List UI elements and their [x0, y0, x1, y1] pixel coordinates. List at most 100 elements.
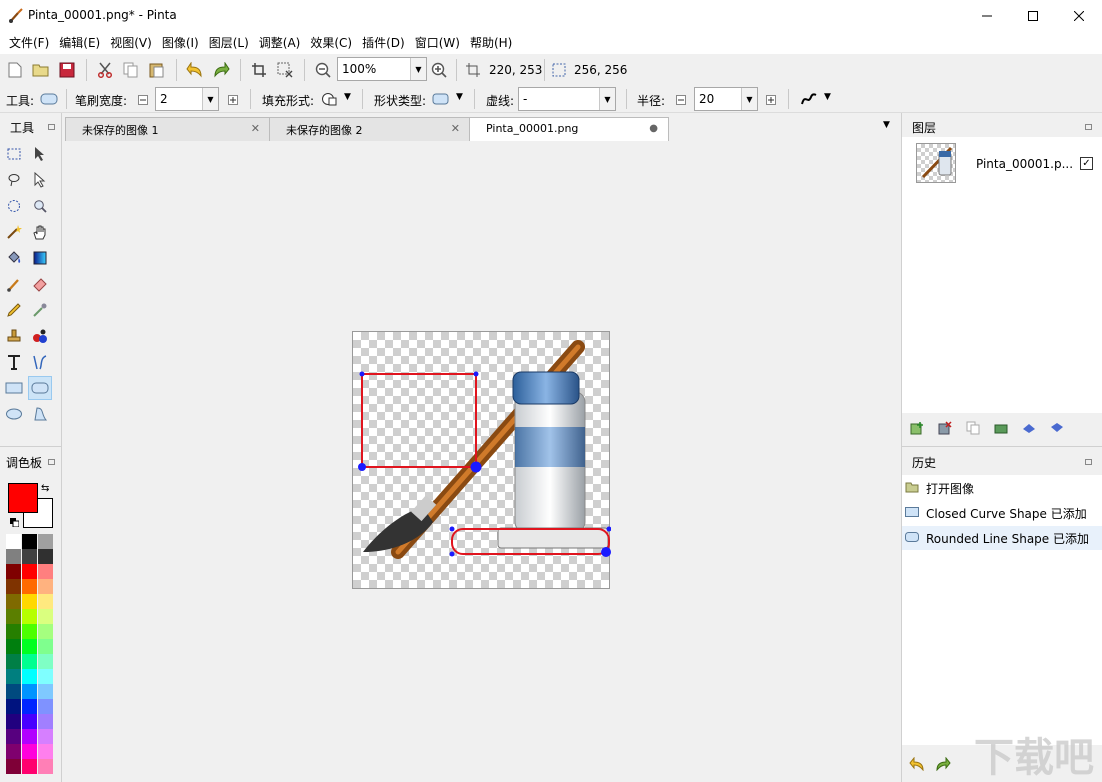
- canvas-area[interactable]: [63, 141, 900, 782]
- palette-swatch[interactable]: [38, 579, 53, 594]
- palette-swatch[interactable]: [6, 624, 21, 639]
- duplicate-layer-icon[interactable]: [964, 419, 982, 437]
- add-layer-icon[interactable]: [908, 419, 926, 437]
- cut-icon[interactable]: [96, 61, 114, 79]
- layer-name[interactable]: Pinta_00001.p...: [976, 157, 1073, 171]
- palette-swatch[interactable]: [6, 654, 21, 669]
- lasso-select-tool-icon[interactable]: [3, 169, 25, 191]
- chevron-down-icon[interactable]: ▼: [456, 92, 463, 102]
- palette-swatch[interactable]: [6, 729, 21, 744]
- save-icon[interactable]: [58, 61, 76, 79]
- palette-swatch[interactable]: [22, 639, 37, 654]
- palette-swatch[interactable]: [6, 744, 21, 759]
- palette-swatch[interactable]: [6, 669, 21, 684]
- zoom-tool-icon[interactable]: [29, 195, 51, 217]
- history-undo-icon[interactable]: [908, 755, 926, 773]
- new-file-icon[interactable]: [6, 61, 24, 79]
- move-selection-tool-icon[interactable]: [29, 169, 51, 191]
- clone-stamp-tool-icon[interactable]: [3, 325, 25, 347]
- menu-window[interactable]: 窗口(W): [410, 32, 465, 54]
- chevron-down-icon[interactable]: ▼: [344, 92, 351, 102]
- palette-swatch[interactable]: [6, 609, 21, 624]
- history-redo-icon[interactable]: [934, 755, 952, 773]
- menu-image[interactable]: 图像(I): [157, 32, 204, 54]
- palette-swatch[interactable]: [38, 549, 53, 564]
- chevron-down-icon[interactable]: ▼: [202, 88, 218, 110]
- pencil-tool-icon[interactable]: [3, 299, 25, 321]
- shape-type-icon[interactable]: [432, 90, 450, 108]
- deselect-icon[interactable]: [276, 61, 294, 79]
- palette-swatch[interactable]: [22, 744, 37, 759]
- menu-effects[interactable]: 效果(C): [305, 32, 357, 54]
- swap-colors-icon[interactable]: ⇆: [41, 483, 49, 494]
- pin-icon[interactable]: [48, 124, 55, 130]
- palette-swatch[interactable]: [38, 534, 53, 549]
- close-tab-icon[interactable]: ✕: [251, 122, 260, 135]
- zoom-in-icon[interactable]: [430, 61, 448, 79]
- open-folder-icon[interactable]: [32, 61, 50, 79]
- palette-swatch[interactable]: [6, 684, 21, 699]
- chevron-down-icon[interactable]: ▼: [599, 88, 615, 110]
- palette-swatch[interactable]: [22, 654, 37, 669]
- palette-swatch[interactable]: [38, 654, 53, 669]
- move-layer-up-icon[interactable]: [1020, 419, 1038, 437]
- antialiasing-icon[interactable]: [800, 90, 818, 108]
- palette-swatch[interactable]: [6, 699, 21, 714]
- decrease-width-icon[interactable]: [134, 91, 152, 109]
- layer-visibility-checkbox[interactable]: ✓: [1080, 157, 1093, 170]
- paste-icon[interactable]: [148, 61, 166, 79]
- chevron-down-icon[interactable]: ▼: [741, 88, 757, 110]
- palette-swatch[interactable]: [6, 759, 21, 774]
- increase-radius-icon[interactable]: [762, 91, 780, 109]
- paint-bucket-tool-icon[interactable]: [3, 247, 25, 269]
- palette-swatch[interactable]: [22, 564, 37, 579]
- menu-help[interactable]: 帮助(H): [465, 32, 517, 54]
- decrease-radius-icon[interactable]: [672, 91, 690, 109]
- menu-layers[interactable]: 图层(L): [204, 32, 254, 54]
- line-curve-tool-icon[interactable]: [29, 351, 51, 373]
- zoom-combo[interactable]: 100% ▼: [337, 57, 427, 81]
- tabs-dropdown-icon[interactable]: ▼: [883, 120, 890, 130]
- palette-swatch[interactable]: [22, 624, 37, 639]
- rectangle-select-tool-icon[interactable]: [3, 143, 25, 165]
- palette-swatch[interactable]: [38, 639, 53, 654]
- palette-swatch[interactable]: [22, 759, 37, 774]
- palette-swatch[interactable]: [38, 714, 53, 729]
- chevron-down-icon[interactable]: ▼: [824, 92, 831, 102]
- paint-brush-bucket-image[interactable]: [353, 332, 612, 590]
- rectangle-tool-icon[interactable]: [3, 377, 25, 399]
- color-picker-tool-icon[interactable]: [29, 299, 51, 321]
- palette-swatch[interactable]: [22, 714, 37, 729]
- palette-swatch[interactable]: [22, 669, 37, 684]
- tab-unsaved-2[interactable]: 未保存的图像 2 ✕: [269, 117, 471, 141]
- palette-swatch[interactable]: [22, 699, 37, 714]
- palette-swatch[interactable]: [38, 744, 53, 759]
- crop-icon[interactable]: [250, 61, 268, 79]
- pin-icon[interactable]: [48, 459, 55, 465]
- text-tool-icon[interactable]: [3, 351, 25, 373]
- merge-layer-icon[interactable]: [992, 419, 1010, 437]
- chevron-down-icon[interactable]: ▼: [410, 58, 426, 80]
- pin-icon[interactable]: [1085, 459, 1092, 465]
- image-canvas[interactable]: [352, 331, 612, 590]
- palette-swatch[interactable]: [22, 684, 37, 699]
- tab-unsaved-1[interactable]: 未保存的图像 1 ✕: [65, 117, 271, 141]
- brush-width-combo[interactable]: 2 ▼: [155, 87, 219, 111]
- redo-icon[interactable]: [212, 61, 230, 79]
- palette-swatch[interactable]: [38, 564, 53, 579]
- magic-wand-tool-icon[interactable]: [3, 221, 25, 243]
- radius-combo[interactable]: 20 ▼: [694, 87, 758, 111]
- eraser-tool-icon[interactable]: [29, 273, 51, 295]
- ellipse-tool-icon[interactable]: [3, 403, 25, 425]
- palette-swatch[interactable]: [22, 594, 37, 609]
- unsaved-dot-icon[interactable]: ●: [649, 123, 658, 134]
- palette-swatch[interactable]: [22, 579, 37, 594]
- palette-swatch[interactable]: [38, 684, 53, 699]
- palette-swatch[interactable]: [22, 549, 37, 564]
- zoom-out-icon[interactable]: [314, 61, 332, 79]
- palette-swatch[interactable]: [38, 594, 53, 609]
- palette-swatch[interactable]: [6, 714, 21, 729]
- history-item-rounded-line[interactable]: Rounded Line Shape 已添加: [902, 526, 1102, 550]
- palette-swatch[interactable]: [6, 579, 21, 594]
- history-item-open-image[interactable]: 打开图像: [902, 476, 1102, 500]
